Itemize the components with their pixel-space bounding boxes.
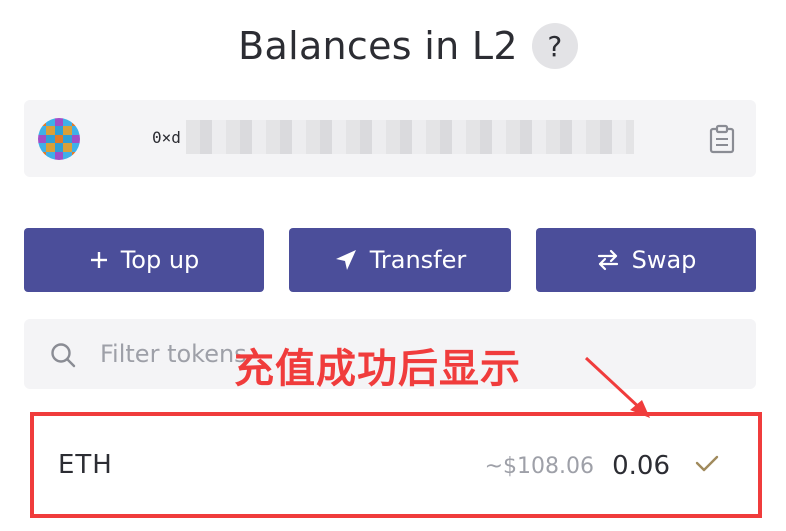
address-redaction: [186, 120, 634, 154]
top-up-label: Top up: [120, 246, 200, 274]
wallet-address: 0×d: [152, 128, 181, 147]
send-icon: [334, 248, 358, 272]
transfer-button[interactable]: Transfer: [289, 228, 511, 292]
swap-label: Swap: [631, 246, 697, 274]
token-list-highlight: ETH ~$108.06 0.06: [30, 412, 762, 518]
swap-button[interactable]: Swap: [536, 228, 756, 292]
avatar: [38, 118, 80, 160]
search-icon: [51, 343, 76, 368]
annotation-arrow-icon: [584, 356, 650, 418]
top-up-button[interactable]: Top up: [24, 228, 264, 292]
transfer-label: Transfer: [369, 246, 467, 274]
help-button[interactable]: ?: [531, 23, 578, 69]
token-amount: 0.06: [612, 451, 670, 481]
address-card: 0×d: [24, 100, 756, 177]
token-symbol: ETH: [58, 450, 113, 480]
checkmark-icon: [695, 455, 719, 472]
balances-page: Balances in L2 ? 0×d Top up Transfer Swa…: [0, 0, 786, 531]
annotation-label: 充值成功后显示: [234, 346, 521, 392]
title-row: Balances in L2 ?: [0, 18, 786, 74]
plus-icon: [89, 250, 109, 270]
clipboard-icon[interactable]: [708, 124, 736, 154]
page-title: Balances in L2: [238, 24, 518, 68]
swap-arrows-icon: [596, 248, 620, 272]
token-usd-value: ~$108.06: [484, 454, 594, 479]
